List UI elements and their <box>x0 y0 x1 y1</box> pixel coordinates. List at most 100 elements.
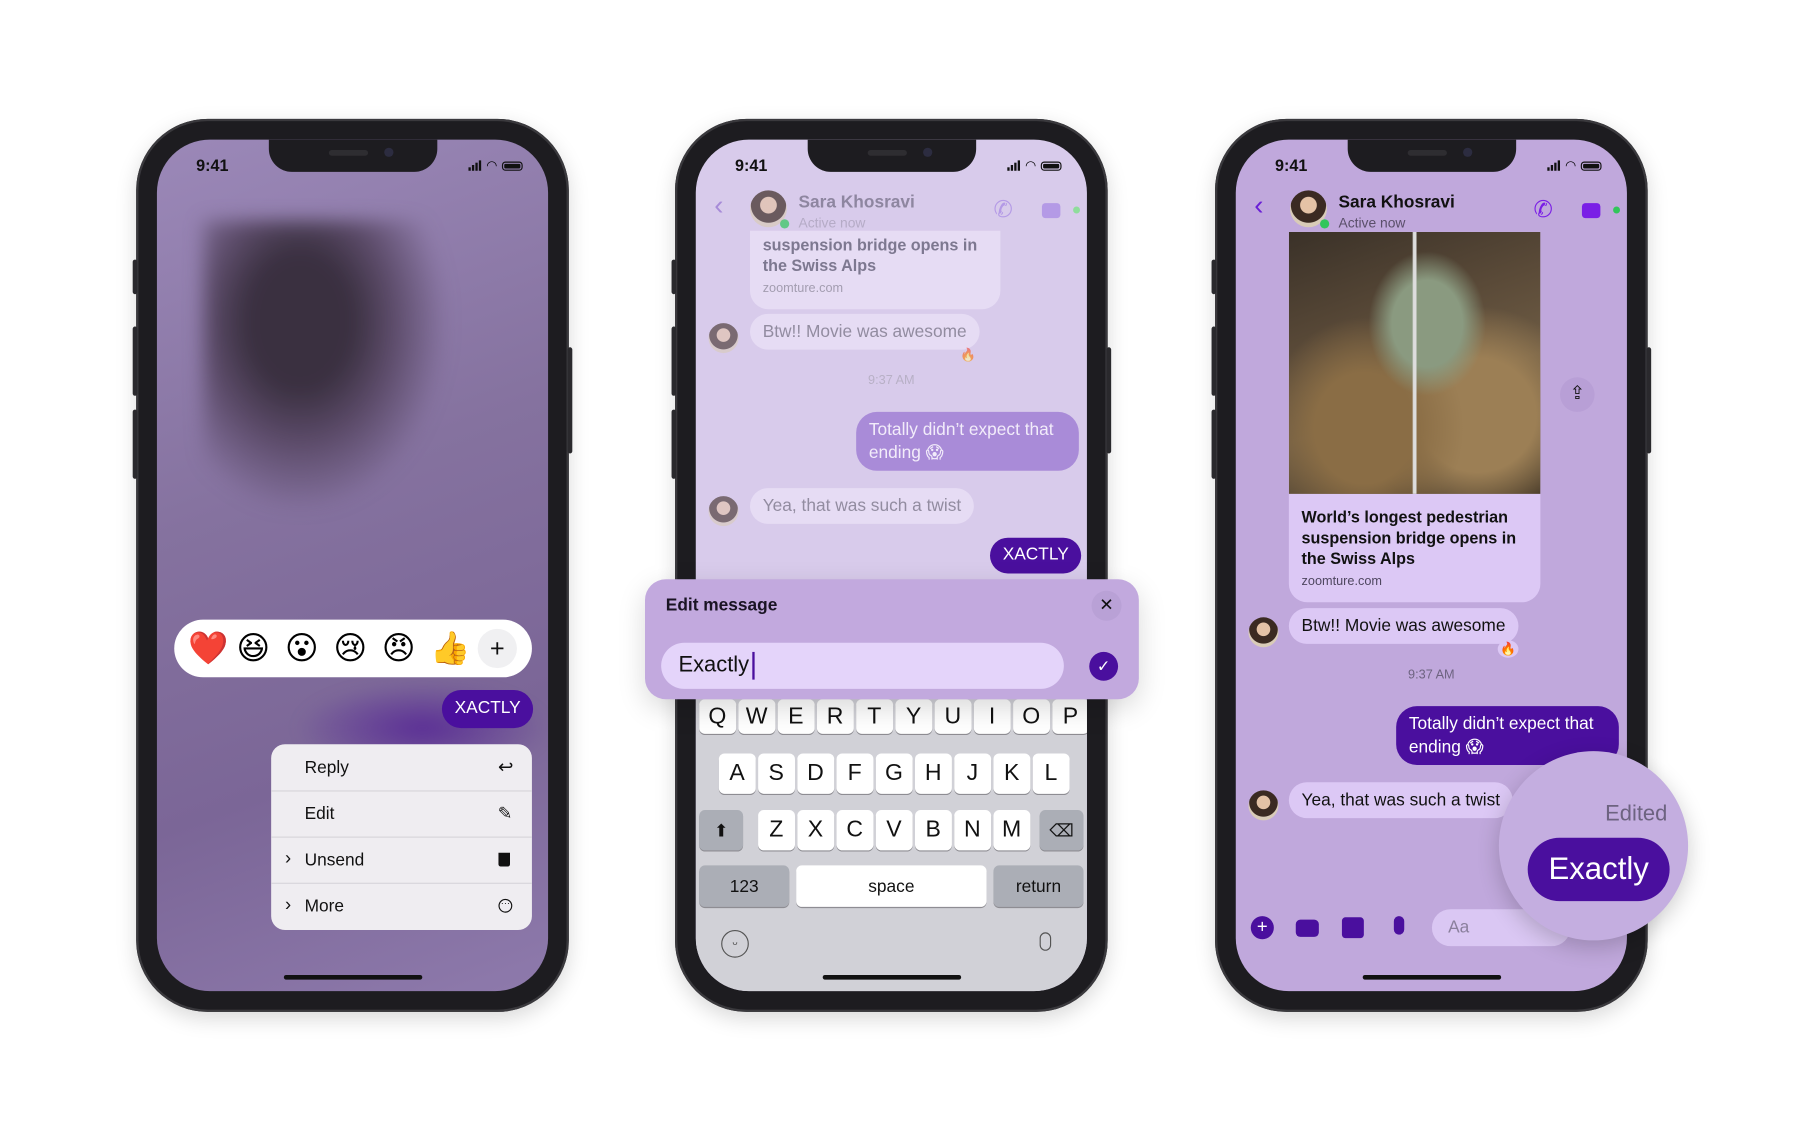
key-h[interactable]: H <box>915 753 952 794</box>
share-icon[interactable]: ⇪ <box>1560 377 1595 412</box>
contact-status: Active now <box>1338 214 1406 231</box>
dictation-mic-icon[interactable] <box>1039 932 1052 951</box>
emoji-keyboard-icon[interactable]: ᵕ <box>721 930 749 958</box>
menu-item-unsend[interactable]: › Unsend <box>271 837 532 884</box>
key-g[interactable]: G <box>875 753 913 794</box>
gallery-icon[interactable] <box>1341 917 1364 939</box>
status-icons: ◠ <box>1007 158 1062 173</box>
key-n[interactable]: N <box>954 810 991 851</box>
video-call-icon[interactable] <box>1041 203 1061 219</box>
reaction-heart[interactable]: ❤️ <box>188 629 228 668</box>
status-time: 9:41 <box>196 155 229 175</box>
reaction-wow[interactable]: 😮 <box>285 629 319 668</box>
key-m[interactable]: M <box>993 810 1030 851</box>
menu-item-reply[interactable]: Reply ↩ <box>271 744 532 792</box>
key-t[interactable]: T <box>856 699 893 734</box>
link-title: suspension bridge opens in the Swiss Alp… <box>762 235 978 275</box>
reaction-sad[interactable]: 😢 <box>333 629 367 668</box>
key-c[interactable]: C <box>836 810 873 851</box>
edit-message-input[interactable]: Exactly <box>661 642 1064 689</box>
key-a[interactable]: A <box>718 753 756 794</box>
status-icons: ◠ <box>468 158 523 173</box>
key-j[interactable]: J <box>954 753 991 794</box>
link-card[interactable]: World’s longest pedestrian suspension br… <box>1288 231 1541 603</box>
key-l[interactable]: L <box>1032 753 1070 794</box>
contact-name[interactable]: Sara Khosravi <box>1338 193 1454 213</box>
key-f[interactable]: F <box>836 753 873 794</box>
status-icons: ◠ <box>1547 158 1602 174</box>
key-r[interactable]: R <box>816 699 854 734</box>
message-being-edited[interactable]: XACTLY <box>990 537 1082 574</box>
battery-icon <box>1580 160 1602 171</box>
message-incoming[interactable]: Btw!! Movie was awesome <box>750 313 980 350</box>
key-q[interactable]: Q <box>699 699 736 734</box>
backspace-key[interactable]: ⌫ <box>1039 810 1084 851</box>
keyboard: QWERTYUIOP ASDFGHJKL ZXCVBNM ⬆ ⌫ 123 space… <box>695 699 1087 992</box>
contact-name[interactable]: Sara Khosravi <box>798 193 914 213</box>
add-reaction-button[interactable]: + <box>477 628 517 669</box>
key-x[interactable]: X <box>797 810 834 851</box>
pencil-icon: ✎ <box>497 804 513 824</box>
key-s[interactable]: S <box>758 753 795 794</box>
reaction-angry[interactable]: 😠 <box>382 629 416 668</box>
key-z[interactable]: Z <box>758 810 795 851</box>
bridge-photo[interactable] <box>1288 231 1541 494</box>
close-button[interactable]: ✕ <box>1091 590 1122 621</box>
add-button[interactable]: + <box>1250 916 1274 940</box>
signal-icon <box>468 160 482 171</box>
message-outgoing[interactable]: Totally didn’t expect that ending 😱 <box>856 411 1079 471</box>
wifi-icon: ◠ <box>1565 159 1577 174</box>
key-e[interactable]: E <box>777 699 815 734</box>
key-k[interactable]: K <box>993 753 1030 794</box>
back-button[interactable]: ‹ <box>714 190 723 222</box>
shift-key[interactable]: ⬆ <box>699 810 744 851</box>
selected-message[interactable]: XACTLY <box>441 690 534 729</box>
edited-message-bubble[interactable]: Exactly <box>1527 837 1670 902</box>
message-incoming[interactable]: Btw!! Movie was awesome <box>1288 608 1519 644</box>
key-b[interactable]: B <box>915 810 952 851</box>
key-d[interactable]: D <box>797 753 834 794</box>
menu-item-label: More <box>304 895 345 916</box>
link-title: World’s longest pedestrian suspension br… <box>1301 507 1517 568</box>
numbers-key[interactable]: 123 <box>699 865 790 907</box>
key-o[interactable]: O <box>1013 699 1050 734</box>
menu-item-edit[interactable]: Edit ✎ <box>271 790 532 838</box>
timestamp: 9:37 AM <box>868 373 915 388</box>
phone-call-icon[interactable]: ✆ <box>993 195 1012 224</box>
reaction-laugh[interactable]: 😆 <box>237 629 271 668</box>
contact-avatar-small <box>708 496 739 527</box>
screen: 9:41 ◠ ❤️ 😆 😮 😢 😠 👍 + XACTLY Reply ↩ Edi… <box>156 139 549 992</box>
key-v[interactable]: V <box>875 810 913 851</box>
link-card[interactable]: suspension bridge opens in the Swiss Alp… <box>750 230 1001 310</box>
reaction-badge[interactable]: 🔥 <box>960 347 976 362</box>
link-domain: zoomture.com <box>1301 574 1382 589</box>
message-incoming[interactable]: Yea, that was such a twist <box>750 488 974 524</box>
menu-item-more[interactable]: › More ··· <box>271 883 532 929</box>
camera-icon[interactable] <box>1295 919 1319 937</box>
key-y[interactable]: Y <box>895 699 932 734</box>
confirm-edit-button[interactable]: ✓ <box>1089 651 1119 681</box>
phone-call-icon[interactable]: ✆ <box>1533 195 1552 224</box>
blurred-message <box>203 220 446 509</box>
space-key[interactable]: space <box>796 865 987 907</box>
key-p[interactable]: P <box>1052 699 1087 734</box>
key-i[interactable]: I <box>973 699 1011 734</box>
signal-icon <box>1007 160 1021 171</box>
back-button[interactable]: ‹ <box>1254 190 1263 222</box>
edit-panel-title: Edit message <box>665 595 778 616</box>
edit-message-panel: Edit message ✕ Exactly ✓ <box>645 579 1139 700</box>
return-key[interactable]: return <box>993 865 1084 907</box>
reaction-like[interactable]: 👍 <box>430 629 470 668</box>
menu-item-label: Reply <box>304 757 349 778</box>
reaction-badge[interactable]: 🔥 <box>1497 640 1519 658</box>
message-incoming[interactable]: Yea, that was such a twist <box>1288 782 1513 819</box>
video-call-icon[interactable] <box>1581 203 1601 219</box>
key-u[interactable]: U <box>934 699 971 734</box>
home-indicator <box>283 975 423 980</box>
key-w[interactable]: W <box>738 699 775 734</box>
microphone-icon[interactable] <box>1393 916 1405 935</box>
menu-item-label: Edit <box>304 803 335 824</box>
edit-input-value: Exactly <box>678 653 750 678</box>
edited-label: Edited <box>1605 801 1668 827</box>
reaction-bar: ❤️ 😆 😮 😢 😠 👍 + <box>174 619 532 678</box>
